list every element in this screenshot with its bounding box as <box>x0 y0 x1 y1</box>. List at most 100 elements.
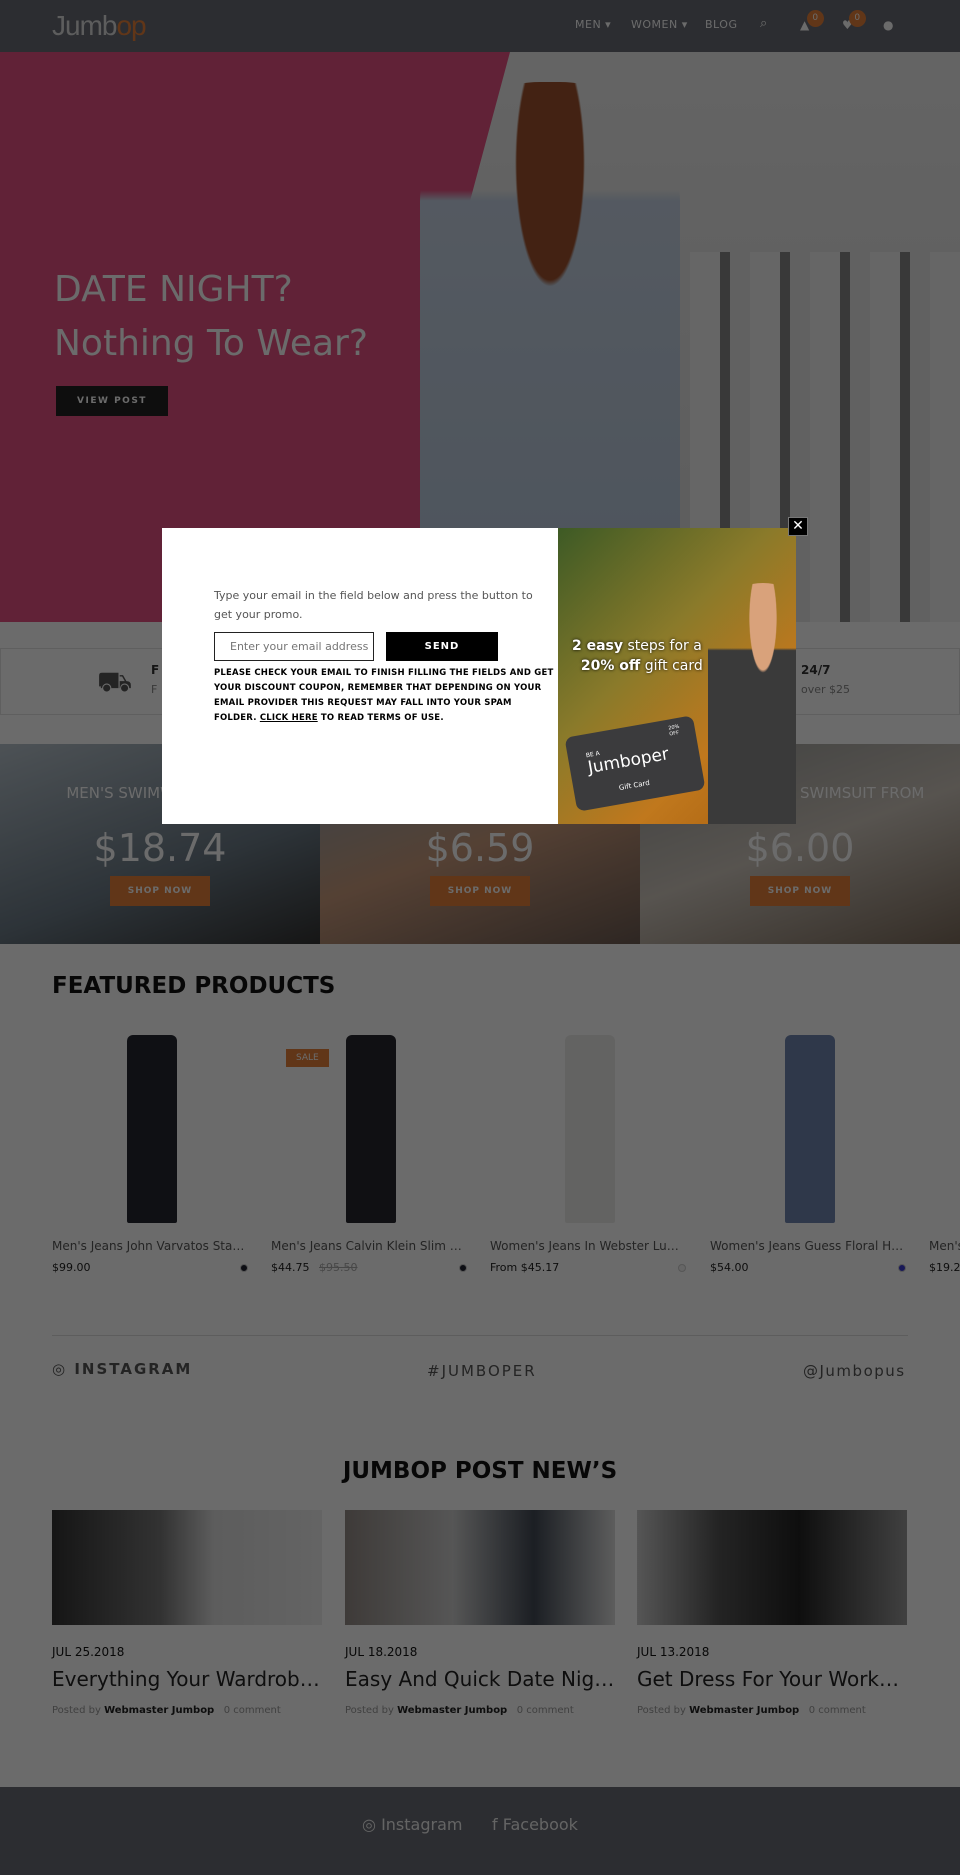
product-card[interactable]: Women's Jeans Guess Floral Hig... $54.00 <box>710 1035 910 1274</box>
user-icon[interactable]: ● <box>883 18 894 32</box>
product-card[interactable]: Men's $19.2 <box>929 1035 960 1274</box>
terms-link[interactable]: CLICK HERE <box>260 713 318 723</box>
card-text: 20% OFF <box>667 723 680 738</box>
truck-icon: ⛟ <box>97 665 133 698</box>
post-date: JUL 18.2018 <box>345 1645 418 1659</box>
color-swatch[interactable] <box>459 1264 467 1272</box>
modal-note: PLEASE CHECK YOUR EMAIL TO FINISH FILLIN… <box>214 666 554 726</box>
color-swatch[interactable] <box>898 1264 906 1272</box>
logo[interactable]: Jumbop <box>52 10 147 42</box>
color-swatch[interactable] <box>678 1264 686 1272</box>
promo-text: 2 easy <box>572 638 624 654</box>
hashtag: #JUMBOPER <box>427 1362 537 1380</box>
product-name[interactable]: Men's <box>929 1239 960 1253</box>
instagram-handle[interactable]: @Jumbopus <box>803 1362 906 1380</box>
post-meta: Posted by Webmaster Jumbop 0 comment <box>345 1705 615 1716</box>
product-name[interactable]: Women's Jeans In Webster Luck... <box>490 1239 685 1253</box>
post-author[interactable]: Webmaster Jumbop <box>104 1705 214 1716</box>
post-title[interactable]: Everything Your Wardrobe ... <box>52 1667 322 1691</box>
product-name[interactable]: Men's Jeans John Varvatos Star ... <box>52 1239 247 1253</box>
nav-men[interactable]: MEN ▾ <box>575 18 611 31</box>
post-image[interactable] <box>637 1510 907 1625</box>
footer-facebook-link[interactable]: f Facebook <box>492 1815 578 1834</box>
cart-icon[interactable]: ▲ 0 <box>800 10 824 32</box>
promo-modal: Type your email in the field below and p… <box>162 528 796 824</box>
promo-text: gift card <box>644 658 703 674</box>
product-card[interactable]: Women's Jeans In Webster Luck... From $4… <box>490 1035 690 1274</box>
shop-now-button[interactable]: SHOP NOW <box>430 876 530 906</box>
post-date: JUL 13.2018 <box>637 1645 710 1659</box>
close-icon[interactable]: ✕ <box>788 517 808 536</box>
shop-now-button[interactable]: SHOP NOW <box>750 876 850 906</box>
product-image[interactable]: SALE <box>271 1035 471 1227</box>
promo-headline: 2 easy steps for a 20% off gift card <box>572 636 703 676</box>
email-input[interactable] <box>214 632 374 661</box>
note-text-end: TO READ TERMS OF USE. <box>320 713 444 723</box>
posted-by: Posted by <box>345 1705 394 1716</box>
heart-icon[interactable]: ♥ 0 <box>842 10 866 32</box>
banner-price: $6.00 <box>745 826 855 870</box>
product-price: $19.2 <box>929 1261 960 1274</box>
promo-image: 2 easy steps for a 20% off gift card BE … <box>558 528 796 824</box>
product-image[interactable] <box>52 1035 252 1227</box>
promo-text: steps for a <box>627 638 702 654</box>
posted-by: Posted by <box>52 1705 101 1716</box>
view-post-button[interactable]: VIEW POST <box>56 386 168 416</box>
link-label: Instagram <box>381 1815 463 1834</box>
cart-count: 0 <box>807 10 824 27</box>
posted-by: Posted by <box>637 1705 686 1716</box>
product-image[interactable] <box>490 1035 690 1227</box>
product-card[interactable]: Men's Jeans John Varvatos Star ... $99.0… <box>52 1035 252 1274</box>
banner-price: $6.59 <box>425 826 535 870</box>
posts-title: JUMBOP POST NEW’S <box>342 1458 618 1484</box>
product-name[interactable]: Men's Jeans Calvin Klein Slim Fit S... <box>271 1239 466 1253</box>
post-title[interactable]: Easy And Quick Date Night... <box>345 1667 615 1691</box>
site-header: Jumbop MEN ▾ WOMEN ▾ BLOG ⌕ ▲ 0 ♥ 0 ● <box>0 0 960 52</box>
search-icon[interactable]: ⌕ <box>760 16 768 31</box>
promo-man-image <box>708 583 796 824</box>
blog-post: JUL 18.2018 Easy And Quick Date Night...… <box>345 1510 615 1716</box>
shop-now-button[interactable]: SHOP NOW <box>110 876 210 906</box>
card-text: Gift Card <box>618 778 651 793</box>
post-author[interactable]: Webmaster Jumbop <box>689 1705 799 1716</box>
modal-text: Type your email in the field below and p… <box>214 589 533 621</box>
instagram-label: INSTAGRAM <box>74 1360 193 1378</box>
nav-women[interactable]: WOMEN ▾ <box>631 18 688 31</box>
footer-instagram-link[interactable]: ◎ Instagram <box>362 1815 462 1834</box>
feature-sub: over $25 <box>801 683 851 696</box>
product-card[interactable]: SALE Men's Jeans Calvin Klein Slim Fit S… <box>271 1035 471 1274</box>
product-name[interactable]: Women's Jeans Guess Floral Hig... <box>710 1239 905 1253</box>
product-image[interactable] <box>929 1035 960 1227</box>
post-image[interactable] <box>52 1510 322 1625</box>
instagram-heading[interactable]: ◎ INSTAGRAM <box>52 1360 192 1378</box>
sale-badge: SALE <box>286 1049 329 1067</box>
color-swatch[interactable] <box>240 1264 248 1272</box>
post-comments[interactable]: 0 comment <box>517 1705 574 1716</box>
post-comments[interactable]: 0 comment <box>224 1705 281 1716</box>
post-comments[interactable]: 0 comment <box>809 1705 866 1716</box>
post-date: JUL 25.2018 <box>52 1645 125 1659</box>
footer: ◎ Instagram f Facebook <box>0 1787 960 1875</box>
instagram-icon: ◎ <box>52 1360 68 1378</box>
post-author[interactable]: Webmaster Jumbop <box>397 1705 507 1716</box>
product-image[interactable] <box>710 1035 910 1227</box>
nav-blog[interactable]: BLOG <box>705 18 737 31</box>
blog-post: JUL 13.2018 Get Dress For Your Workpla..… <box>637 1510 907 1716</box>
hero-title-2: Nothing To Wear? <box>54 323 368 364</box>
nav-label: MEN <box>575 18 602 31</box>
product-price: $99.00 <box>52 1261 91 1274</box>
nav-label: WOMEN <box>631 18 678 31</box>
post-image[interactable] <box>345 1510 615 1625</box>
instagram-icon: ◎ <box>362 1815 376 1834</box>
promo-text: 20% off <box>580 658 641 674</box>
banner-price: $18.74 <box>93 826 227 870</box>
send-button[interactable]: SEND <box>386 632 498 661</box>
post-title[interactable]: Get Dress For Your Workpla... <box>637 1667 907 1691</box>
gift-card: BE A Jumboper 20% OFF Gift Card <box>564 715 706 812</box>
product-price: From $45.17 <box>490 1261 560 1274</box>
link-label: Facebook <box>502 1815 578 1834</box>
old-price: $95.50 <box>319 1261 358 1274</box>
page-dimmed-behind-modal: Jumbop MEN ▾ WOMEN ▾ BLOG ⌕ ▲ 0 ♥ 0 ● DATE… <box>0 0 960 1875</box>
post-meta: Posted by Webmaster Jumbop 0 comment <box>52 1705 322 1716</box>
wishlist-count: 0 <box>849 10 866 27</box>
